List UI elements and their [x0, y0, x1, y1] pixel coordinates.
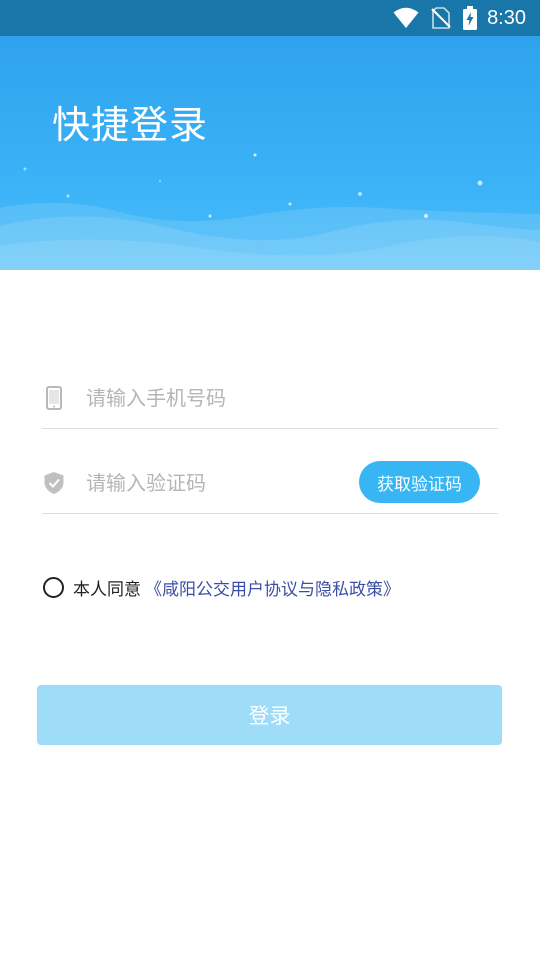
agreement-policy-link[interactable]: 《咸阳公交用户协议与隐私政策》 — [145, 575, 400, 600]
verification-code-input[interactable] — [86, 470, 336, 495]
agreement-label: 本人同意 — [73, 579, 141, 600]
login-button[interactable]: 登录 — [37, 685, 502, 745]
status-bar: 8:30 — [0, 0, 540, 36]
shield-check-icon — [42, 471, 66, 495]
agreement-row: 本人同意 《咸阳公交用户协议与隐私政策》 — [43, 574, 400, 600]
header-wave-decoration — [0, 153, 540, 270]
battery-charging-icon — [463, 6, 478, 30]
page-title: 快捷登录 — [52, 103, 209, 147]
wifi-icon — [393, 7, 419, 29]
phone-field-row — [42, 367, 498, 429]
get-code-button[interactable]: 获取验证码 — [359, 461, 480, 503]
phone-input[interactable] — [86, 385, 336, 410]
agreement-radio[interactable] — [43, 576, 64, 598]
phone-icon — [42, 385, 66, 410]
code-field-row: 获取验证码 — [42, 452, 498, 514]
status-time: 8:30 — [487, 6, 526, 29]
header-banner: 快捷登录 — [0, 36, 540, 270]
no-sim-icon — [431, 7, 451, 29]
